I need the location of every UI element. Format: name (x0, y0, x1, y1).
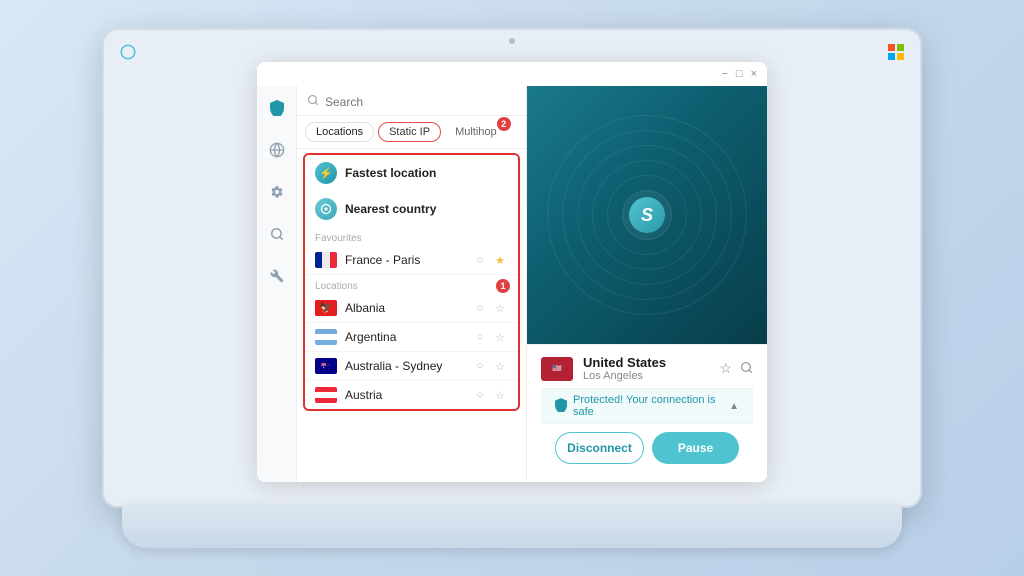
locations-badge: 1 (496, 279, 510, 293)
right-panel: S 🇺🇸 United States Los Angeles (527, 86, 767, 482)
search-bar (297, 86, 526, 116)
camera (509, 38, 515, 44)
tab-locations[interactable]: Locations (305, 122, 374, 142)
left-panel: Locations Static IP Multihop 2 (297, 86, 527, 482)
app-window: − □ × (257, 62, 767, 482)
minimize-btn[interactable]: − (721, 69, 727, 80)
australia-chat-btn[interactable]: ○ (472, 358, 488, 374)
multihop-badge: 2 (497, 117, 511, 131)
search-icon (307, 94, 319, 109)
france-name: France - Paris (345, 253, 464, 267)
app-body: Locations Static IP Multihop 2 (257, 86, 767, 482)
france-chat-btn[interactable]: ○ (472, 252, 488, 268)
argentina-flag (315, 329, 337, 345)
sidebar-item-tools[interactable] (263, 262, 291, 290)
locations-section-label: Locations (305, 275, 368, 294)
australia-flag: 🇦🇺 (315, 358, 337, 374)
albania-star-btn[interactable]: ☆ (492, 300, 508, 316)
austria-star-btn[interactable]: ☆ (492, 387, 508, 403)
albania-actions: ○ ☆ (472, 300, 508, 316)
concentric-circles: S (577, 145, 717, 285)
argentina-actions: ○ ☆ (472, 329, 508, 345)
argentina-name: Argentina (345, 330, 464, 344)
fastest-icon: ⚡ (315, 162, 337, 184)
australia-star-btn[interactable]: ☆ (492, 358, 508, 374)
australia-name: Australia - Sydney (345, 359, 464, 373)
argentina-chat-btn[interactable]: ○ (472, 329, 488, 345)
austria-name: Austria (345, 388, 464, 402)
austria-actions: ○ ☆ (472, 387, 508, 403)
locations-outline-box: ⚡ Fastest location Nearest country Favou (303, 153, 520, 411)
title-bar: − □ × (257, 62, 767, 86)
argentina-star-btn[interactable]: ☆ (492, 329, 508, 345)
pause-button[interactable]: Pause (652, 432, 739, 464)
windows-icon (886, 42, 906, 62)
laptop-base (122, 504, 902, 548)
tabs-row: Locations Static IP Multihop 2 (297, 116, 526, 149)
chevron-up-icon[interactable]: ▲ (729, 401, 739, 412)
locations-list: ⚡ Fastest location Nearest country Favou (297, 149, 526, 482)
favourite-france[interactable]: France - Paris ○ ★ (305, 246, 518, 275)
city-name: Los Angeles (583, 370, 666, 382)
albania-chat-btn[interactable]: ○ (472, 300, 488, 316)
tab-static-ip[interactable]: Static IP (378, 122, 441, 142)
albania-flag: 🦅 (315, 300, 337, 316)
vpn-visual: S (527, 86, 767, 344)
status-bar: Protected! Your connection is safe ▲ (541, 388, 753, 424)
country-text: United States Los Angeles (583, 355, 666, 382)
nearest-label: Nearest country (345, 202, 436, 216)
favourites-section-label: Favourites (305, 227, 518, 246)
status-text: Protected! Your connection is safe (573, 394, 723, 418)
nearest-icon (315, 198, 337, 220)
action-buttons: Disconnect Pause (541, 424, 753, 474)
sidebar-item-search[interactable] (263, 220, 291, 248)
tab-multihop[interactable]: Multihop 2 (445, 123, 507, 141)
albania-item[interactable]: 🦅 Albania ○ ☆ (305, 294, 518, 323)
search-input[interactable] (325, 95, 516, 109)
surfshark-logo: S (629, 197, 665, 233)
australia-item[interactable]: 🇦🇺 Australia - Sydney ○ ☆ (305, 352, 518, 381)
austria-flag (315, 387, 337, 403)
disconnect-button[interactable]: Disconnect (555, 432, 644, 464)
france-star-btn[interactable]: ★ (492, 252, 508, 268)
sidebar-item-settings[interactable] (263, 178, 291, 206)
country-row: 🇺🇸 United States Los Angeles ☆ (541, 355, 753, 382)
austria-chat-btn[interactable]: ○ (472, 387, 488, 403)
surfshark-os-icon (118, 42, 138, 62)
country-name: United States (583, 355, 666, 370)
search-action-btn[interactable] (740, 361, 753, 377)
france-actions: ○ ★ (472, 252, 508, 268)
albania-name: Albania (345, 301, 464, 315)
sidebar-item-shield[interactable] (263, 94, 291, 122)
australia-actions: ○ ☆ (472, 358, 508, 374)
sidebar (257, 86, 297, 482)
fastest-label: Fastest location (345, 166, 436, 180)
us-flag: 🇺🇸 (541, 357, 573, 381)
maximize-btn[interactable]: □ (736, 69, 743, 80)
status-shield-icon (555, 398, 567, 415)
france-flag (315, 252, 337, 268)
close-btn[interactable]: × (751, 69, 757, 80)
screen-bezel: − □ × (102, 28, 922, 508)
austria-item[interactable]: Austria ○ ☆ (305, 381, 518, 409)
laptop-shell: − □ × (102, 28, 922, 548)
fastest-location-item[interactable]: ⚡ Fastest location (305, 155, 518, 191)
country-actions: ☆ (719, 360, 753, 377)
star-action-btn[interactable]: ☆ (719, 360, 732, 377)
sidebar-item-globe[interactable] (263, 136, 291, 164)
nearest-country-item[interactable]: Nearest country (305, 191, 518, 227)
connection-info: 🇺🇸 United States Los Angeles ☆ (527, 344, 767, 482)
argentina-item[interactable]: Argentina ○ ☆ (305, 323, 518, 352)
